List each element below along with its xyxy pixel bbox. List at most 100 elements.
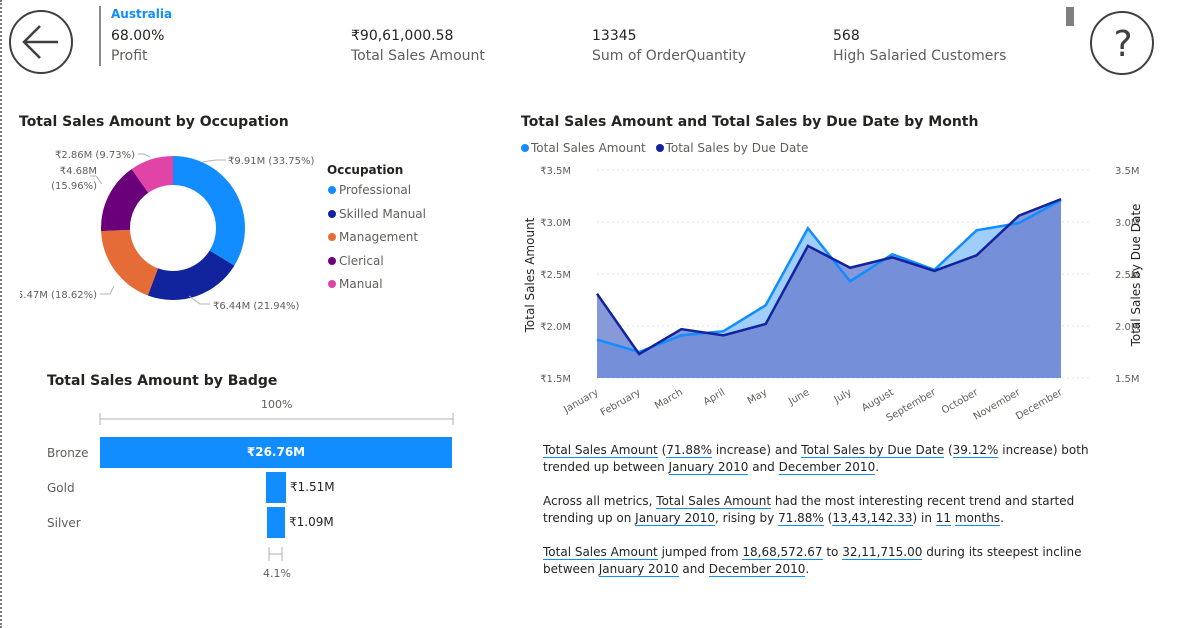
legend-dot <box>328 257 336 265</box>
narrative-metric[interactable]: Total Sales Amount <box>543 545 658 560</box>
narrative-metric[interactable]: 71.88% <box>666 443 713 458</box>
x-tick-label: May <box>746 387 769 407</box>
legend-label: Skilled Manual <box>339 207 426 221</box>
donut-slice-professional[interactable] <box>173 156 245 266</box>
slice-label: ₹6.44M (21.94%) <box>213 301 299 312</box>
kpi-order-quantity: 13345 Sum of OrderQuantity <box>592 28 746 64</box>
funnel-label-silver: Silver <box>47 516 81 530</box>
narrative-metric[interactable]: 39.12% <box>952 443 999 458</box>
legend-dot <box>328 210 336 218</box>
funnel-bar-silver[interactable] <box>267 507 285 538</box>
funnel-bottom-percent: 4.1% <box>263 567 291 580</box>
trend-chart-title: Total Sales Amount and Total Sales by Du… <box>521 114 979 130</box>
slice-label: ₹5.47M (18.62%) <box>20 290 97 301</box>
narrative-text: and <box>748 460 779 474</box>
legend-dot <box>328 186 336 194</box>
y-tick-label: ₹1.5M <box>540 374 571 385</box>
funnel-value-gold: ₹1.51M <box>289 480 335 494</box>
narrative-metric[interactable]: 71.88% <box>778 511 824 526</box>
narrative-paragraph-1: Total Sales Amount (71.88% increase) and… <box>543 442 1123 476</box>
narrative-text: and <box>678 562 709 576</box>
right-axis-title: Total Sales by Due Date <box>1129 204 1143 348</box>
donut-slice-skilled-manual[interactable] <box>147 250 235 300</box>
narrative-metric[interactable]: 18,68,572.67 <box>742 545 823 560</box>
leader-line <box>100 285 115 295</box>
narrative-metric[interactable]: December 2010 <box>778 460 876 475</box>
y2-tick-label: 3.5M <box>1115 166 1140 177</box>
narrative-text: Across all metrics, <box>543 494 657 508</box>
narrative-metric[interactable]: Total Sales by Due Date <box>801 443 945 458</box>
kpi-label: High Salaried Customers <box>833 48 1007 64</box>
narrative-text: ( <box>944 443 953 457</box>
slice-label: ₹2.86M (9.73%) <box>55 150 135 161</box>
funnel-label-bronze: Bronze <box>47 446 89 460</box>
kpi-total-sales-amount: ₹90,61,000.58 Total Sales Amount <box>351 28 485 64</box>
occupation-donut-chart[interactable]: ₹9.91M (33.75%) ₹6.44M (21.94%) ₹5.47M (… <box>20 140 320 320</box>
narrative-text: to <box>822 545 843 559</box>
x-tick-label: March <box>653 387 685 412</box>
narrative-text: ) in <box>912 511 936 525</box>
badge-chart-title: Total Sales Amount by Badge <box>47 373 278 389</box>
narrative-metric[interactable]: January 2010 <box>668 460 749 475</box>
narrative-text: ( <box>657 443 667 457</box>
scrollbar-thumb[interactable] <box>1066 7 1074 26</box>
legend-item-management[interactable]: Management <box>328 230 418 244</box>
legend-item-manual[interactable]: Manual <box>328 277 383 291</box>
slice-label: (15.96%) <box>51 181 97 192</box>
kpi-label: Total Sales Amount <box>351 48 485 64</box>
narrative-metric[interactable]: Total Sales Amount <box>543 443 658 458</box>
trend-area-chart[interactable]: ₹1.5M 1.5M₹2.0M 2.0M₹2.5M 2.5M₹3.0M 3.0M₹3.5… <box>520 140 1150 430</box>
funnel-bar-gold[interactable] <box>266 472 286 503</box>
legend-item-professional[interactable]: Professional <box>328 183 411 197</box>
left-axis-title: Total Sales Amount <box>523 217 537 333</box>
narrative-metric[interactable]: Total Sales Amount <box>656 494 772 509</box>
narrative-text: , rising by <box>715 511 779 525</box>
x-tick-label: December <box>1014 387 1065 423</box>
narrative-text: . <box>875 460 880 474</box>
narrative-metric[interactable]: January 2010 <box>598 562 679 577</box>
country-filter[interactable]: Australia <box>111 7 172 21</box>
svg-text:?: ? <box>1113 24 1132 65</box>
back-arrow-icon <box>22 25 58 59</box>
narrative-metric[interactable]: 32,11,715.00 <box>842 545 923 560</box>
y-tick-label: ₹3.5M <box>540 166 571 177</box>
narrative-text: . <box>805 562 810 576</box>
narrative-text: jumped from <box>657 545 743 559</box>
narrative-metric[interactable]: January 2010 <box>635 511 716 526</box>
x-tick-label: January <box>561 387 600 416</box>
slice-label: ₹4.68M <box>60 166 97 177</box>
back-button[interactable] <box>9 10 73 74</box>
donut-slice-management[interactable] <box>101 229 158 296</box>
occupation-legend-title: Occupation <box>327 163 404 177</box>
narrative-paragraph-2: Across all metrics, Total Sales Amount h… <box>543 493 1123 527</box>
kpi-label: Sum of OrderQuantity <box>592 48 747 64</box>
kpi-value: ₹90,61,000.58 <box>351 28 454 44</box>
narrative-metric[interactable]: 11 <box>935 511 952 526</box>
legend-label: Clerical <box>339 254 384 268</box>
slice-label: ₹9.91M (33.75%) <box>228 156 314 167</box>
legend-label: Professional <box>339 183 412 197</box>
legend-label: Manual <box>339 277 383 291</box>
occupation-chart-title: Total Sales Amount by Occupation <box>19 114 289 130</box>
kpi-strip: Australia 68.00% Profit ₹90,61,000.58 To… <box>99 6 1059 66</box>
leader-line <box>138 153 151 158</box>
funnel-top-percent: 100% <box>261 398 293 411</box>
area-total-sales-by-due-date[interactable] <box>597 199 1061 378</box>
kpi-label: Profit <box>111 48 148 64</box>
legend-item-clerical[interactable]: Clerical <box>328 254 384 268</box>
legend-dot <box>328 233 336 241</box>
narrative-metric[interactable]: 13,43,142.33 <box>832 511 913 526</box>
help-button[interactable]: ? <box>1090 11 1154 75</box>
legend-item-skilled-manual[interactable]: Skilled Manual <box>328 207 426 221</box>
x-tick-label: February <box>599 387 643 419</box>
kpi-value: 568 <box>833 28 860 44</box>
narrative-metric[interactable]: months <box>954 511 1001 526</box>
funnel-value-bronze: ₹26.76M <box>246 445 306 459</box>
y-tick-label: ₹2.5M <box>540 270 571 281</box>
x-tick-label: April <box>702 387 727 408</box>
narrative-text: increase) and <box>712 443 802 457</box>
legend-label: Management <box>339 230 419 244</box>
narrative-metric[interactable]: December 2010 <box>708 562 806 577</box>
question-mark-icon: ? <box>1113 24 1132 65</box>
x-tick-label: August <box>860 387 896 414</box>
